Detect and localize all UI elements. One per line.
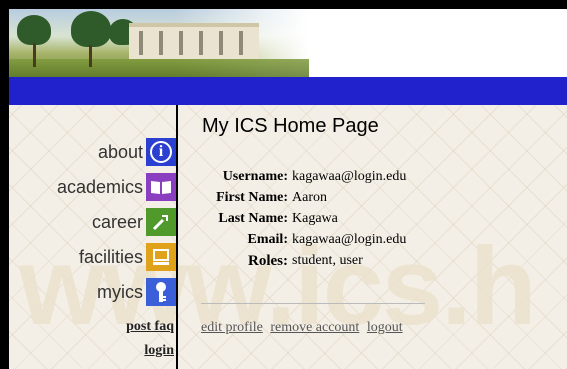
tool-icon [146, 208, 176, 236]
profile-row-email: Email: kagawaa@login.edu [202, 232, 442, 252]
header-banner [9, 9, 567, 77]
page-title: My ICS Home Page [202, 115, 379, 137]
sidebar-divider [176, 105, 178, 369]
divider-line [201, 303, 425, 304]
profile-value: Kagawa [292, 211, 338, 226]
profile-value: Aaron [292, 190, 327, 205]
header-bar [9, 77, 567, 105]
logout-link[interactable]: logout [367, 320, 403, 335]
profile-row-first-name: First Name: Aaron [202, 190, 442, 210]
sidebar-item-facilities[interactable]: facilities [9, 242, 176, 272]
remove-account-link[interactable]: remove account [270, 320, 359, 335]
sidebar-item-label: career [91, 211, 143, 232]
sidebar-item-myics[interactable]: myics [9, 277, 176, 307]
tree-trunk [33, 43, 36, 67]
profile-label: Email: [247, 232, 288, 247]
profile-value: kagawaa@login.edu [292, 169, 407, 184]
sidebar-item-label: about [97, 141, 143, 162]
profile-label: Last Name: [218, 211, 288, 226]
profile-label: Username: [222, 169, 288, 184]
info-icon: i [146, 138, 176, 166]
page-canvas: www.ics.h about i academics career facil… [9, 9, 567, 369]
profile-actions: edit profile remove account logout [201, 320, 407, 336]
profile-label: Roles: [248, 253, 288, 269]
tree [71, 11, 111, 47]
profile-value: student, user [292, 253, 363, 268]
profile-row-username: Username: kagawaa@login.edu [202, 169, 442, 189]
profile-row-roles: Roles: student, user [202, 253, 442, 273]
sidebar-item-label: myics [97, 281, 143, 302]
sidebar-item-label: facilities [78, 246, 143, 267]
profile-label: First Name: [216, 190, 288, 205]
edit-profile-link[interactable]: edit profile [201, 320, 263, 335]
key-icon [146, 278, 176, 306]
login-link[interactable]: login [144, 343, 174, 359]
tree-trunk [89, 45, 92, 67]
window-frame: www.ics.h about i academics career facil… [0, 0, 567, 369]
sidebar-item-career[interactable]: career [9, 207, 176, 237]
profile-value: kagawaa@login.edu [292, 232, 407, 247]
book-icon [146, 173, 176, 201]
sidebar-item-label: academics [56, 176, 143, 197]
lawn [9, 59, 309, 77]
profile-row-last-name: Last Name: Kagawa [202, 211, 442, 231]
sidebar-item-academics[interactable]: academics [9, 172, 176, 202]
post-faq-link[interactable]: post faq [126, 319, 174, 335]
tree [17, 15, 51, 45]
building [129, 23, 259, 59]
computer-icon [146, 243, 176, 271]
sidebar-item-about[interactable]: about i [9, 137, 176, 167]
campus-photo [9, 9, 309, 77]
